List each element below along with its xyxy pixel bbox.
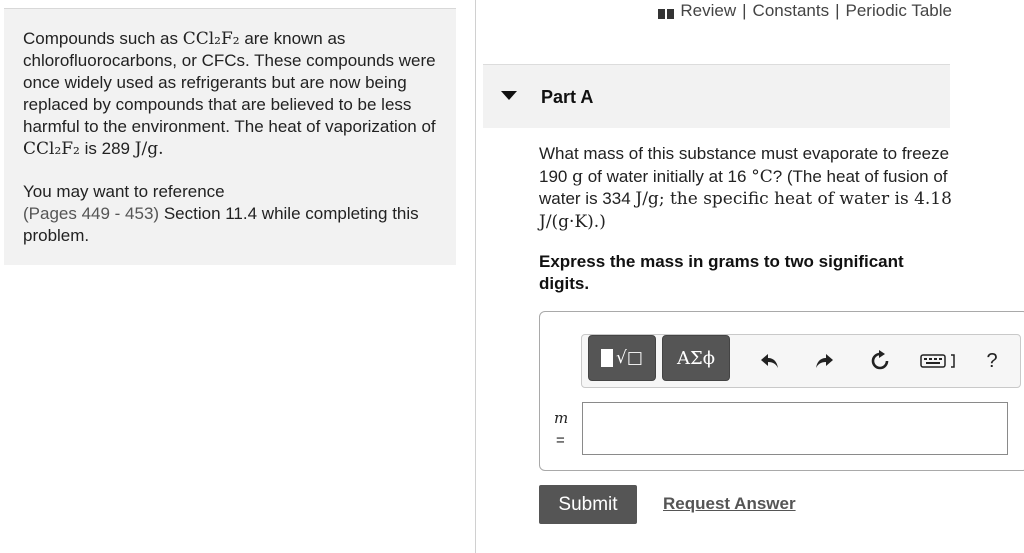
problem-intro-text: Compounds such as CCl₂F₂ are known as ch… — [23, 28, 443, 160]
periodic-table-link[interactable]: Periodic Table — [846, 1, 952, 21]
redo-icon[interactable] — [812, 349, 836, 373]
panel-divider — [475, 0, 476, 553]
problem-intro-panel: Compounds such as CCl₂F₂ are known as ch… — [4, 8, 456, 265]
book-icon — [658, 5, 675, 19]
part-a-header[interactable]: Part A — [483, 64, 950, 128]
part-title: Part A — [541, 87, 594, 107]
answer-box: √□ ΑΣϕ ? m = — [539, 311, 1024, 471]
equals-sign: = — [556, 432, 565, 449]
question-text: What mass of this substance must evapora… — [539, 143, 954, 233]
help-icon[interactable]: ? — [980, 349, 1004, 373]
unit-j-per-g-k: J/(g·K) — [539, 211, 594, 232]
templates-button[interactable]: √□ — [588, 335, 656, 381]
templates-icon: √□ — [601, 348, 643, 368]
intro-text-part: is 289 — [79, 139, 135, 158]
reset-icon[interactable] — [868, 349, 892, 373]
answer-variable-label: m — [554, 409, 569, 427]
answer-instruction: Express the mass in grams to two signifi… — [539, 252, 904, 293]
formula-ccl2f2: CCl₂F₂ — [182, 29, 240, 49]
sqrt-box-glyph: √□ — [616, 348, 643, 368]
top-links-bar: Review | Constants | Periodic Table — [658, 0, 952, 22]
unit-degrees-c: °C — [751, 166, 773, 187]
reference-text: You may want to reference (Pages 449 - 45… — [23, 181, 443, 247]
answer-input[interactable] — [582, 402, 1008, 455]
intro-text-part: . — [158, 139, 164, 159]
unit-j-per-g: J/g — [134, 139, 159, 159]
link-separator: | — [742, 1, 747, 20]
question-text-part: ; the specific heat of water is 4.18 — [658, 189, 952, 209]
request-answer-link[interactable]: Request Answer — [663, 494, 796, 514]
pages-reference-link[interactable]: (Pages 449 - 453) — [23, 204, 159, 223]
question-text-part: .) — [593, 211, 606, 232]
review-link[interactable]: Review — [680, 1, 736, 21]
intro-text-part: Compounds such as — [23, 29, 183, 48]
undo-icon[interactable] — [758, 349, 782, 373]
link-separator: | — [835, 1, 840, 20]
unit-g: g — [572, 166, 583, 187]
formula-ccl2f2: CCl₂F₂ — [23, 139, 80, 159]
math-toolbar: √□ ΑΣϕ ? — [581, 334, 1021, 388]
keyboard-icon[interactable] — [918, 349, 962, 373]
constants-link[interactable]: Constants — [753, 1, 830, 21]
submit-button[interactable]: Submit — [539, 485, 637, 524]
unit-j-per-g: J/g — [635, 189, 659, 209]
question-text-part: of water initially at 16 — [582, 166, 752, 186]
collapse-triangle-icon[interactable] — [501, 91, 517, 100]
symbols-button[interactable]: ΑΣϕ — [662, 335, 730, 381]
reference-lead: You may want to reference — [23, 182, 225, 201]
